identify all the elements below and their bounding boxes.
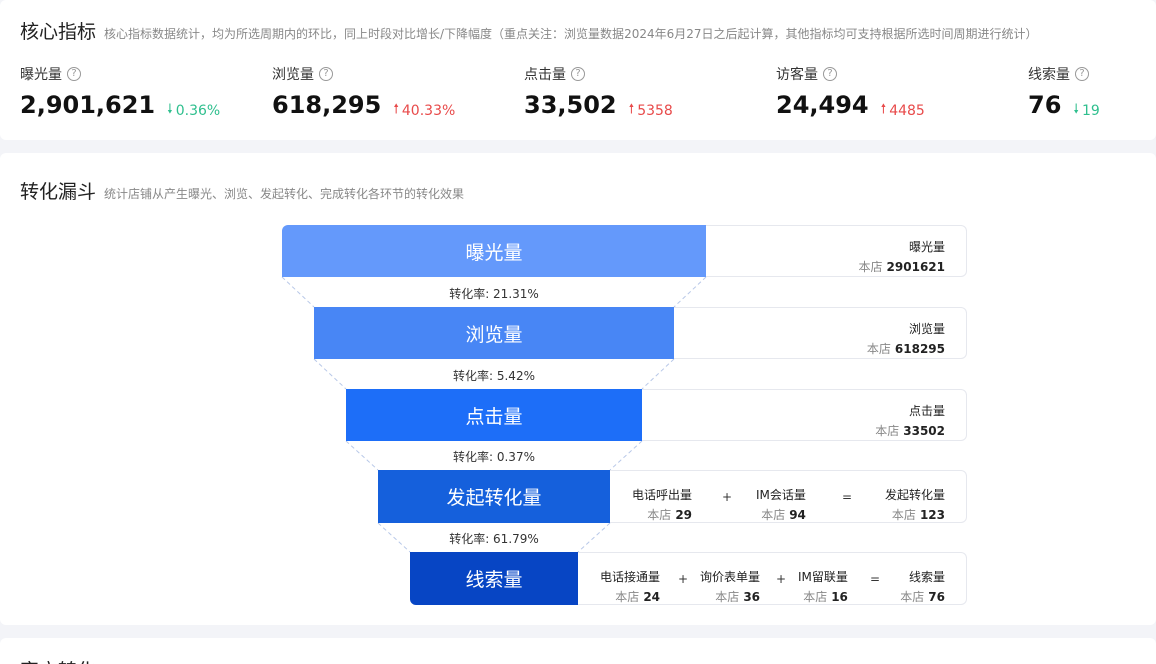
arrow-up-icon: 🠕 bbox=[393, 102, 399, 117]
plus-operator: + bbox=[678, 572, 689, 586]
funnel-stage-initiate: 发起转化量 bbox=[378, 470, 610, 523]
info-name: 线索量 bbox=[908, 570, 945, 584]
store-label: 本店 bbox=[866, 342, 891, 356]
store-label: 本店 bbox=[875, 424, 900, 438]
help-icon[interactable]: ? bbox=[319, 67, 333, 81]
store-label: 本店 bbox=[803, 590, 828, 604]
info-name: 电话呼出量 bbox=[632, 488, 693, 502]
store-label: 本店 bbox=[647, 508, 672, 522]
store-label: 本店 bbox=[761, 508, 786, 522]
info-value: 24 bbox=[643, 590, 661, 604]
funnel-info-clicks: 点击量 本店 33502 bbox=[642, 389, 967, 441]
metric-change: 🠗 0.36% bbox=[167, 100, 220, 122]
info-value: 33502 bbox=[903, 424, 945, 438]
arrow-up-icon: 🠕 bbox=[880, 102, 887, 117]
change-value: 19 bbox=[1081, 103, 1100, 119]
metric-label: 访客量 bbox=[776, 67, 818, 83]
info-value: 94 bbox=[789, 508, 806, 522]
change-value: 4485 bbox=[889, 103, 925, 119]
info-value: 16 bbox=[831, 590, 848, 604]
metric-label: 线索量 bbox=[1028, 67, 1070, 83]
funnel-stage-leads: 线索量 bbox=[410, 552, 578, 605]
store-label: 本店 bbox=[858, 260, 883, 274]
info-name: 浏览量 bbox=[908, 322, 945, 336]
metric-value: 2,901,621 bbox=[20, 91, 156, 119]
funnel-stage-views: 浏览量 bbox=[314, 307, 674, 359]
funnel-card: 转化漏斗 统计店铺从产生曝光、浏览、发起转化、完成转化各环节的转化效果 曝光量 … bbox=[0, 153, 1156, 625]
conversion-rate-2: 转化率: 5.42% bbox=[453, 369, 535, 383]
conversion-rate-4: 转化率: 61.79% bbox=[449, 532, 539, 546]
arrow-down-icon: 🠗 bbox=[1073, 102, 1079, 117]
metric-visitors: 访客量? 24,494 🠕 4485 bbox=[776, 64, 925, 122]
metric-label: 曝光量 bbox=[20, 67, 62, 83]
conversion-rate-1: 转化率: 21.31% bbox=[449, 287, 539, 301]
plus-operator: + bbox=[776, 572, 787, 586]
metric-value: 618,295 bbox=[272, 91, 382, 119]
info-name: IM留联量 bbox=[798, 570, 848, 584]
info-value: 76 bbox=[928, 590, 945, 604]
help-icon[interactable]: ? bbox=[1075, 67, 1089, 81]
info-value: 123 bbox=[919, 508, 945, 522]
help-icon[interactable]: ? bbox=[571, 67, 585, 81]
metric-exposure: 曝光量? 2,901,621 🠗 0.36% bbox=[20, 64, 220, 122]
info-name: 发起转化量 bbox=[884, 488, 945, 502]
funnel-info-initiate: 电话呼出量 本店 29 + IM会话量 本店 94 = 发起转化量 本店 123 bbox=[610, 470, 967, 523]
arrow-down-icon: 🠗 bbox=[167, 102, 173, 117]
metric-change: 🠕 4485 bbox=[881, 100, 925, 122]
arrow-up-icon: 🠕 bbox=[628, 102, 635, 117]
metric-clicks: 点击量? 33,502 🠕 5358 bbox=[524, 64, 673, 122]
metric-leads: 线索量? 76 🠗 19 bbox=[1028, 64, 1100, 122]
info-value: 618295 bbox=[894, 342, 945, 356]
info-name: 点击量 bbox=[908, 404, 945, 418]
equals-operator: = bbox=[842, 490, 853, 504]
store-label: 本店 bbox=[715, 590, 740, 604]
metric-label: 点击量 bbox=[524, 67, 566, 83]
store-label: 本店 bbox=[615, 590, 640, 604]
section-title: 核心指标 bbox=[20, 21, 97, 43]
metric-change: 🠕 5358 bbox=[629, 100, 673, 122]
core-metrics-card: 核心指标 核心指标数据统计，均为所选周期内的环比，同上时段对比增长/下降幅度（重… bbox=[0, 0, 1156, 140]
metric-label: 浏览量 bbox=[272, 67, 314, 83]
section-description: 核心指标数据统计，均为所选周期内的环比，同上时段对比增长/下降幅度（重点关注：浏… bbox=[104, 27, 1038, 41]
equals-operator: = bbox=[870, 572, 881, 586]
store-label: 本店 bbox=[900, 590, 925, 604]
funnel-stage-clicks: 点击量 bbox=[346, 389, 642, 441]
change-value: 0.36% bbox=[175, 103, 221, 119]
plus-operator: + bbox=[722, 490, 733, 504]
info-name: 电话接通量 bbox=[600, 570, 661, 584]
info-name: IM会话量 bbox=[756, 488, 806, 502]
section-title: 客户转化 bbox=[20, 656, 96, 664]
funnel-stage-exposure: 曝光量 bbox=[282, 225, 706, 277]
customer-conversion-header: 客户转化 bbox=[20, 656, 96, 664]
info-name: 询价表单量 bbox=[700, 570, 761, 584]
help-icon[interactable]: ? bbox=[823, 67, 837, 81]
metric-value: 33,502 bbox=[524, 91, 617, 119]
metric-views: 浏览量? 618,295 🠕 40.33% bbox=[272, 64, 455, 122]
conversion-rate-3: 转化率: 0.37% bbox=[453, 450, 535, 464]
change-value: 40.33% bbox=[401, 103, 456, 119]
funnel-info-leads: 电话接通量 本店 24 + 询价表单量 本店 36 + IM留联量 本店 16 = 线… bbox=[578, 552, 967, 605]
info-value: 29 bbox=[675, 508, 693, 522]
metric-change: 🠗 19 bbox=[1073, 100, 1099, 122]
metric-change: 🠕 40.33% bbox=[393, 100, 455, 122]
funnel-info-views: 浏览量 本店 618295 bbox=[674, 307, 967, 359]
metric-value: 76 bbox=[1028, 91, 1062, 119]
help-icon[interactable]: ? bbox=[67, 67, 81, 81]
info-name: 曝光量 bbox=[908, 240, 945, 254]
change-value: 5358 bbox=[637, 103, 673, 119]
funnel-info-exposure: 曝光量 本店 2901621 bbox=[706, 225, 967, 277]
store-label: 本店 bbox=[891, 508, 916, 522]
customer-conversion-card: 客户转化 bbox=[0, 638, 1156, 664]
info-value: 2901621 bbox=[886, 260, 945, 274]
metric-value: 24,494 bbox=[776, 91, 869, 119]
info-value: 36 bbox=[743, 590, 761, 604]
core-metrics-header: 核心指标 核心指标数据统计，均为所选周期内的环比，同上时段对比增长/下降幅度（重… bbox=[20, 17, 1038, 44]
